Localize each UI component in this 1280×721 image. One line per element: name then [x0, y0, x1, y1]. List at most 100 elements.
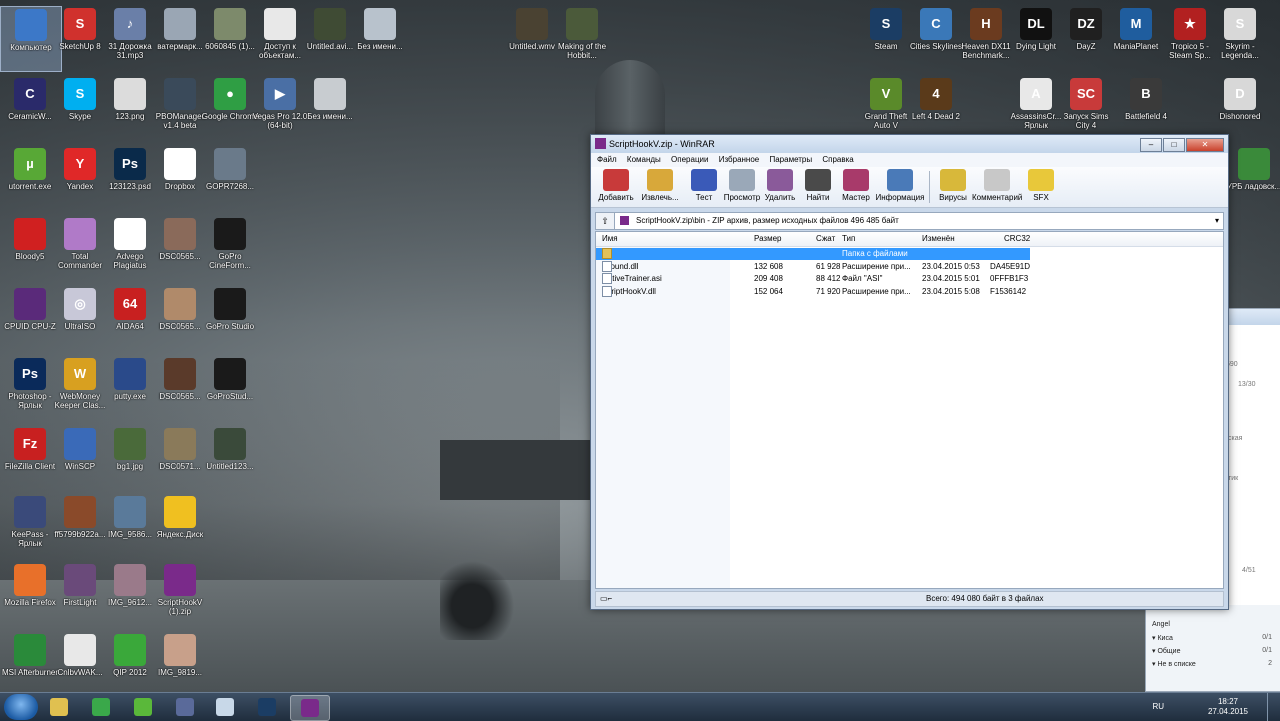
desktop-icon[interactable]: Без имени... — [350, 6, 410, 70]
chevron-down-icon[interactable]: ▾ — [1215, 213, 1219, 229]
desktop-icon-label: УРБ ладовск... — [1226, 182, 1280, 191]
taskbar-app-steam[interactable] — [248, 695, 286, 719]
close-button[interactable]: ✕ — [1186, 138, 1224, 152]
desktop-icon[interactable]: B Battlefield 4 — [1116, 76, 1176, 140]
desktop-icon-image: D — [1224, 78, 1256, 110]
toolbar-label: Вирусы — [939, 193, 967, 202]
path-bar[interactable]: ⇧ ScriptHookV.zip\bin - ZIP архив, разме… — [595, 212, 1224, 230]
toolbar-button[interactable]: Информация — [875, 169, 925, 202]
desktop-icon[interactable]: IMG_9819... — [150, 632, 210, 696]
desktop-icon[interactable]: Making of the Hobbit... — [552, 6, 612, 70]
file-row[interactable]: ScriptHookV.dll 152 064 71 920 Расширение п… — [596, 285, 1030, 298]
col-name[interactable]: Имя — [602, 232, 618, 246]
desktop-icon-image — [566, 8, 598, 40]
toolbar-button[interactable]: Мастер — [837, 169, 875, 202]
desktop-icon[interactable]: S Skyrim - Legenda... — [1210, 6, 1270, 70]
desktop-icon[interactable]: SC Запуск Sims City 4 — [1056, 76, 1116, 140]
winrar-window[interactable]: ScriptHookV.zip - WinRAR – □ ✕ Файл Команд… — [590, 134, 1229, 610]
start-button[interactable] — [4, 694, 38, 720]
taskbar-app-chrome[interactable] — [82, 695, 120, 719]
col-packed[interactable]: Сжат — [816, 232, 835, 246]
col-size[interactable]: Размер — [754, 232, 782, 246]
file-crc: 0FFFB1F3 — [990, 274, 1029, 283]
taskbar-app-qip[interactable] — [124, 695, 162, 719]
menu-commands[interactable]: Команды — [627, 155, 661, 164]
clock[interactable]: 18:27 27.04.2015 — [1208, 697, 1248, 717]
chat-group[interactable]: ▾ Киса 0/1 — [1152, 634, 1272, 642]
taskbar-app-winrar[interactable] — [290, 695, 330, 721]
desktop-icon[interactable]: 4 Left 4 Dead 2 — [906, 76, 966, 140]
toolbar-button[interactable]: Комментарий — [972, 169, 1022, 202]
desktop-icon[interactable]: M ManiaPlanet — [1106, 6, 1166, 70]
col-modified[interactable]: Изменён — [922, 232, 955, 246]
chat-group[interactable]: ▾ Не в списке 2 — [1152, 660, 1272, 668]
chat-group[interactable]: Angel — [1152, 621, 1272, 628]
desktop-icon[interactable]: Яндекс.Диск — [150, 494, 210, 558]
col-crc[interactable]: CRC32 — [1004, 232, 1030, 246]
desktop-icon-image: Ps — [114, 148, 146, 180]
taskbar-app-explorer[interactable] — [40, 695, 78, 719]
toolbar-button[interactable]: Добавить — [597, 169, 635, 202]
file-crc: F1536142 — [990, 286, 1027, 296]
toolbar-label: Добавить — [598, 193, 634, 202]
file-icon — [602, 285, 612, 297]
keepass-icon — [176, 698, 194, 716]
desktop-icon[interactable]: Untitled123... — [200, 426, 260, 490]
toolbar-button[interactable]: SFX — [1022, 169, 1060, 202]
desktop-icon[interactable]: Без имени... — [300, 76, 360, 140]
chat-group-count: 2 — [1268, 660, 1272, 667]
toolbar-button[interactable]: Вирусы — [934, 169, 972, 202]
desktop-icon[interactable]: D Dishonored — [1210, 76, 1270, 140]
toolbar-button[interactable]: Просмотр — [723, 169, 761, 202]
taskbar-app-keepass[interactable] — [166, 695, 204, 719]
file-list[interactable]: Имя Размер Сжат Тип Изменён CRC32 ..Папк… — [595, 231, 1224, 589]
desktop-icon-label: Без имени... — [307, 112, 353, 121]
taskbar-app-notepad[interactable] — [206, 695, 244, 719]
desktop-icon-label: ManiaPlanet — [1113, 42, 1159, 51]
toolbar-label: Тест — [695, 193, 713, 202]
qip-icon — [134, 698, 152, 716]
desktop-icon-image — [164, 564, 196, 596]
toolbar-button[interactable]: Извлечь... — [635, 169, 685, 202]
minimize-button[interactable]: – — [1140, 138, 1162, 152]
toolbar-button[interactable]: Удалить — [761, 169, 799, 202]
language-indicator[interactable]: RU — [1152, 702, 1164, 711]
toolbar-button[interactable]: Тест — [685, 169, 723, 202]
chat-group[interactable]: ▾ Общие 0/1 — [1152, 647, 1272, 655]
file-row[interactable]: dsound.dll 132 608 61 928 Расширение при...… — [596, 260, 1030, 273]
desktop-icon-image — [214, 288, 246, 320]
desktop-icon-image — [14, 564, 46, 596]
chat-group-label: Angel — [1152, 621, 1170, 628]
menu-file[interactable]: Файл — [597, 155, 617, 164]
toolbar-button[interactable]: Найти — [799, 169, 837, 202]
menu-operations[interactable]: Операции — [671, 155, 708, 164]
chat-counter: 13/30 — [1238, 381, 1256, 388]
menu-options[interactable]: Параметры — [769, 155, 812, 164]
toolbar-label: Найти — [806, 193, 830, 202]
notepad-icon — [216, 698, 234, 716]
desktop-icon[interactable]: УРБ ладовск... — [1224, 146, 1280, 210]
parent-folder-row[interactable]: ..Папка с файлами — [596, 248, 1030, 260]
desktop-icon[interactable]: GoPro Studio — [200, 286, 260, 350]
up-folder-button[interactable]: ⇧ — [595, 212, 615, 230]
wallpaper-rider — [440, 555, 520, 640]
desktop-icon[interactable]: GOPR7268... — [200, 146, 260, 210]
winrar-titlebar[interactable]: ScriptHookV.zip - WinRAR – □ ✕ — [591, 135, 1228, 153]
toolbar-label: Извлечь... — [641, 193, 679, 202]
col-type[interactable]: Тип — [842, 232, 855, 246]
menu-help[interactable]: Справка — [822, 155, 853, 164]
desktop-icon-image: DZ — [1070, 8, 1102, 40]
desktop-icon[interactable]: ScriptHookV (1).zip — [150, 562, 210, 626]
status-text: Всего: 494 080 байт в 3 файлах — [926, 594, 1044, 603]
file-size: 209 408 — [754, 274, 783, 283]
desktop-icon[interactable]: GoPro CineForm... — [200, 216, 260, 280]
desktop-icon-image — [164, 288, 196, 320]
show-desktop-button[interactable] — [1267, 693, 1280, 721]
chat-group-label: Киса — [1157, 635, 1173, 642]
desktop-icon[interactable]: GoProStud... — [200, 356, 260, 420]
desktop-icon-image — [164, 358, 196, 390]
maximize-button[interactable]: □ — [1163, 138, 1185, 152]
file-row[interactable]: NativeTrainer.asi 209 408 88 412 Файл "ASI"… — [596, 273, 1030, 285]
desktop-icon-image — [14, 634, 46, 666]
menu-favorites[interactable]: Избранное — [719, 155, 760, 164]
